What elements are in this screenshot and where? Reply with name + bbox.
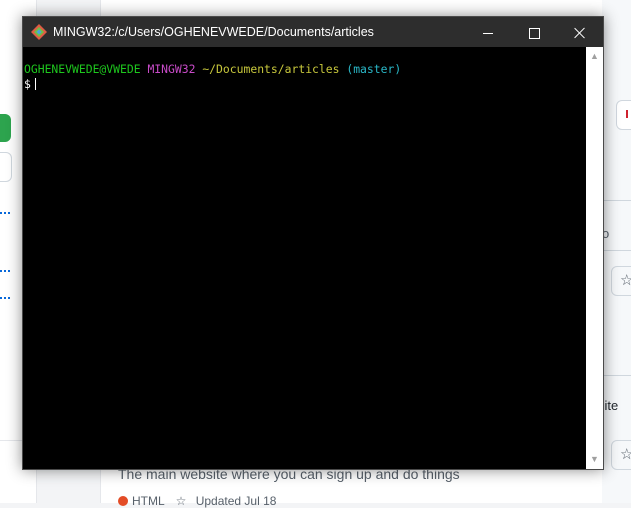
vertical-scrollbar[interactable]: ▲ ▼ xyxy=(586,47,603,469)
repo-language: HTML xyxy=(132,494,165,508)
repo-updated: Updated Jul 18 xyxy=(195,494,277,508)
prompt-branch: (master) xyxy=(346,62,402,76)
window-title: MINGW32:/c/Users/OGHENEVWEDE/Documents/a… xyxy=(53,25,374,39)
repo-meta: HTML ☆ Updated Jul 18 xyxy=(118,494,276,508)
background-input[interactable] xyxy=(0,152,12,182)
background-link[interactable] xyxy=(0,212,10,216)
background-link[interactable] xyxy=(0,270,10,274)
close-icon xyxy=(574,27,586,39)
star-icon: ☆ xyxy=(175,494,187,508)
prompt-line: OGHENEVWEDE@VWEDE MINGW32 ~/Documents/ar… xyxy=(24,62,401,77)
background-divider xyxy=(602,375,631,376)
terminal-output[interactable]: OGHENEVWEDE@VWEDE MINGW32 ~/Documents/ar… xyxy=(23,47,586,469)
background-link[interactable] xyxy=(0,297,10,301)
background-divider xyxy=(602,250,631,251)
prompt-user-host: OGHENEVWEDE@VWEDE xyxy=(24,62,141,76)
prompt-path: ~/Documents/articles xyxy=(202,62,340,76)
star-icon[interactable]: ☆ xyxy=(611,266,631,296)
title-bar[interactable]: MINGW32:/c/Users/OGHENEVWEDE/Documents/a… xyxy=(23,17,603,47)
close-button[interactable] xyxy=(557,17,603,47)
background-divider xyxy=(602,200,631,201)
maximize-button[interactable] xyxy=(511,17,557,47)
background-right-panel xyxy=(602,0,631,503)
terminal-window[interactable]: MINGW32:/c/Users/OGHENEVWEDE/Documents/a… xyxy=(22,16,604,470)
star-icon[interactable]: ☆ xyxy=(611,440,631,470)
text-cursor xyxy=(34,78,36,90)
scroll-up-arrow-icon[interactable]: ▲ xyxy=(589,51,600,62)
minimize-icon xyxy=(483,32,493,34)
prompt-symbol: $ xyxy=(24,77,31,91)
scroll-down-arrow-icon[interactable]: ▼ xyxy=(589,454,600,465)
git-bash-icon xyxy=(31,24,47,40)
language-color-dot xyxy=(118,496,128,506)
maximize-icon xyxy=(528,27,540,39)
prompt-system: MINGW32 xyxy=(147,62,196,76)
background-button-icon xyxy=(626,110,631,118)
input-line[interactable]: $ xyxy=(24,77,36,92)
background-green-button[interactable] xyxy=(0,114,11,142)
minimize-button[interactable] xyxy=(465,17,511,47)
